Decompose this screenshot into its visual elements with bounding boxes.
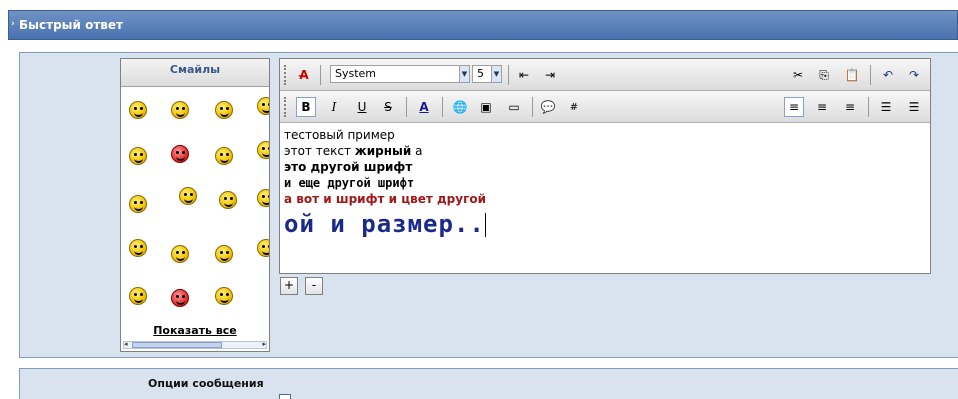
scroll-right-icon[interactable]: ▸ bbox=[262, 340, 266, 348]
editor-line: тестовый пример bbox=[284, 127, 926, 143]
font-size-select[interactable]: 5 ▼ bbox=[472, 65, 502, 83]
chevron-down-icon[interactable]: ▼ bbox=[459, 66, 469, 82]
font-color-icon[interactable]: A bbox=[414, 97, 434, 117]
smiley-icon[interactable] bbox=[215, 101, 233, 119]
editor-bold-text: жирный bbox=[354, 144, 412, 158]
smiley-icon[interactable] bbox=[219, 191, 237, 209]
toolbar-separator bbox=[868, 97, 869, 117]
toolbar-separator bbox=[406, 97, 407, 117]
scrollbar-thumb[interactable] bbox=[132, 342, 222, 348]
bold-icon[interactable]: B bbox=[296, 97, 316, 117]
message-options-title: Опции сообщения bbox=[148, 377, 264, 390]
strikethrough-icon[interactable]: S bbox=[378, 97, 398, 117]
underline-icon[interactable]: U bbox=[352, 97, 372, 117]
smiley-icon[interactable] bbox=[257, 189, 269, 207]
toolbar-separator bbox=[508, 65, 509, 85]
font-name-value: System bbox=[335, 67, 377, 80]
toolbar-separator bbox=[532, 97, 533, 117]
show-all-smilies-link[interactable]: Показать все bbox=[121, 324, 269, 337]
editor-toolbar-top: A̶ System ▼ 5 ▼ ⇤ ⇥ ✂ ⎘ 📋 ↶ ↷ bbox=[280, 59, 930, 91]
insert-image-icon[interactable]: ▣ bbox=[476, 97, 496, 117]
code-icon[interactable]: # bbox=[564, 97, 584, 117]
smilies-scrollbar[interactable]: ◂ ▸ bbox=[123, 340, 267, 349]
editor-line: ой и размер.. bbox=[284, 207, 926, 241]
text-caret bbox=[484, 213, 486, 237]
toolbar-grip bbox=[284, 65, 286, 85]
editor-text: ой и размер.. bbox=[284, 210, 485, 238]
editor-text: это другой шрифт bbox=[284, 160, 413, 174]
quick-reply-header[interactable]: › Быстрый ответ bbox=[8, 10, 958, 40]
smiley-icon[interactable] bbox=[171, 145, 189, 163]
smiley-icon[interactable] bbox=[129, 239, 147, 257]
smiley-icon[interactable] bbox=[171, 101, 189, 119]
smiley-icon[interactable] bbox=[179, 187, 197, 205]
align-left-icon[interactable]: ≡ bbox=[784, 97, 804, 117]
editor-toolbar-bottom: B I U S A 🌐 ▣ ▭ 💬 # ≡ ≡ ≡ ☰ ☰ bbox=[280, 91, 930, 123]
ordered-list-icon[interactable]: ☰ bbox=[876, 97, 896, 117]
editor-line: этот текст жирный а bbox=[284, 143, 926, 159]
smiley-icon[interactable] bbox=[215, 287, 233, 305]
editor-text: тестовый пример bbox=[284, 128, 395, 142]
toolbar-separator bbox=[870, 65, 871, 85]
insert-link-icon[interactable]: 🌐 bbox=[450, 97, 470, 117]
insert-media-icon[interactable]: ▭ bbox=[504, 97, 524, 117]
smiley-icon[interactable] bbox=[129, 195, 147, 213]
smiley-icon[interactable] bbox=[171, 289, 189, 307]
smiley-icon[interactable] bbox=[129, 101, 147, 119]
smiley-icon[interactable] bbox=[215, 245, 233, 263]
option-checkbox[interactable] bbox=[279, 394, 291, 399]
wysiwyg-editor: A̶ System ▼ 5 ▼ ⇤ ⇥ ✂ ⎘ 📋 ↶ ↷ B I U S A … bbox=[279, 58, 931, 274]
editor-line: это другой шрифт bbox=[284, 159, 926, 175]
paste-icon[interactable]: 📋 bbox=[842, 65, 862, 85]
toolbar-grip bbox=[284, 97, 286, 117]
smiley-icon[interactable] bbox=[257, 97, 269, 115]
font-size-value: 5 bbox=[477, 67, 484, 80]
smilies-grid bbox=[121, 89, 269, 319]
smiley-icon[interactable] bbox=[257, 239, 269, 257]
collapse-arrow-icon[interactable]: › bbox=[11, 19, 15, 29]
cut-icon[interactable]: ✂ bbox=[788, 65, 808, 85]
editor-text: а вот и шрифт и цвет другой bbox=[284, 192, 486, 206]
toolbar-separator bbox=[320, 65, 321, 85]
copy-icon[interactable]: ⎘ bbox=[814, 65, 834, 85]
smiley-icon[interactable] bbox=[215, 147, 233, 165]
quick-reply-title: Быстрый ответ bbox=[19, 18, 123, 32]
indent-icon[interactable]: ⇥ bbox=[540, 65, 560, 85]
editor-line: а вот и шрифт и цвет другой bbox=[284, 191, 926, 207]
font-name-select[interactable]: System ▼ bbox=[330, 65, 470, 83]
editor-text: этот текст bbox=[284, 144, 355, 158]
undo-icon[interactable]: ↶ bbox=[878, 65, 898, 85]
chevron-down-icon[interactable]: ▼ bbox=[491, 66, 501, 82]
editor-text: а bbox=[411, 144, 423, 158]
message-options-panel: Опции сообщения bbox=[19, 368, 958, 399]
editor-content[interactable]: тестовый пример этот текст жирный а это … bbox=[280, 123, 930, 273]
redo-icon[interactable]: ↷ bbox=[904, 65, 924, 85]
quote-icon[interactable]: 💬 bbox=[538, 97, 558, 117]
align-right-icon[interactable]: ≡ bbox=[840, 97, 860, 117]
editor-text: и еще другой шрифт bbox=[284, 176, 415, 190]
scroll-left-icon[interactable]: ◂ bbox=[124, 340, 128, 348]
toolbar-separator bbox=[442, 97, 443, 117]
editor-line: и еще другой шрифт bbox=[284, 175, 926, 191]
italic-icon[interactable]: I bbox=[324, 97, 344, 117]
smilies-title: Смайлы bbox=[121, 59, 269, 87]
smiley-icon[interactable] bbox=[257, 141, 269, 159]
shrink-editor-button[interactable]: - bbox=[305, 277, 323, 295]
outdent-icon[interactable]: ⇤ bbox=[514, 65, 534, 85]
smiley-icon[interactable] bbox=[129, 147, 147, 165]
remove-format-icon[interactable]: A̶ bbox=[294, 65, 314, 85]
align-center-icon[interactable]: ≡ bbox=[812, 97, 832, 117]
smiley-icon[interactable] bbox=[129, 287, 147, 305]
smilies-box: Смайлы Показать все ◂ ▸ bbox=[120, 58, 270, 352]
enlarge-editor-button[interactable]: + bbox=[280, 277, 298, 295]
smiley-icon[interactable] bbox=[171, 245, 189, 263]
unordered-list-icon[interactable]: ☰ bbox=[904, 97, 924, 117]
